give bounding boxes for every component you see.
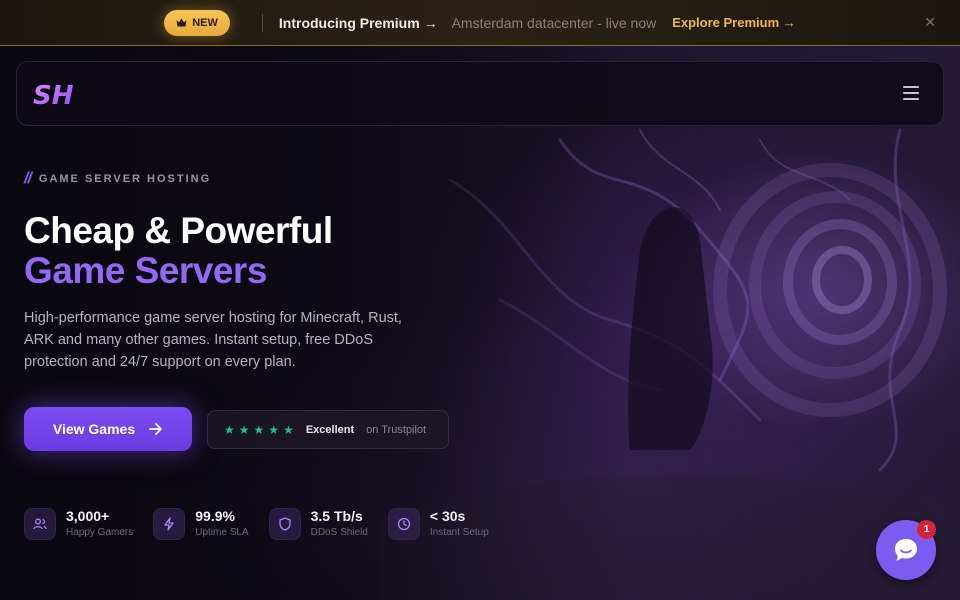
navbar: SH	[16, 61, 944, 126]
explore-premium-link[interactable]: Explore Premium →	[672, 15, 796, 30]
logo-text: SH	[33, 81, 74, 108]
stat-label: DDoS Shield	[310, 527, 368, 538]
stat-value: 3.5 Tb/s	[310, 508, 363, 524]
stat-label: Uptime SLA	[195, 527, 249, 538]
stat-item: 3,000+ Happy Gamers	[24, 507, 133, 541]
hero-description: High-performance game server hosting for…	[24, 310, 402, 370]
star-icon: ★	[238, 422, 250, 437]
chat-unread-badge: 1	[917, 520, 936, 539]
view-games-label: View Games	[52, 421, 136, 437]
hero-title: Cheap & Powerful Game Servers	[24, 211, 333, 291]
crown-icon	[176, 18, 187, 27]
banner-divider	[261, 13, 263, 32]
lightning-icon	[153, 508, 186, 540]
announcement-banner: NEW Introducing Premium → Amsterdam data…	[0, 0, 960, 46]
close-icon[interactable]: ✕	[924, 14, 936, 31]
new-badge-label: NEW	[192, 16, 218, 29]
hero-title-line1: Cheap & Powerful	[24, 210, 333, 251]
stat-value: 99.9%	[195, 508, 235, 524]
datacenter-announcement: Amsterdam datacenter - live now	[451, 14, 657, 31]
eyebrow-label: GAME SERVER HOSTING	[38, 173, 212, 185]
site-logo[interactable]: SH	[33, 80, 75, 113]
shield-icon	[268, 508, 301, 540]
users-icon	[24, 508, 56, 540]
explore-premium-label: Explore Premium	[672, 15, 780, 30]
chat-bubble-icon	[895, 539, 917, 561]
stat-label: Instant Setup	[429, 527, 489, 538]
star-icon: ★	[283, 422, 294, 437]
arrow-right-icon: →	[782, 15, 796, 30]
hamburger-icon[interactable]	[903, 86, 919, 104]
stat-value: < 30s	[429, 508, 466, 524]
rating-label: Excellent	[305, 423, 355, 436]
hero-title-line2: Game Servers	[24, 250, 267, 291]
stat-value: 3,000+	[66, 508, 110, 524]
stat-item: 3.5 Tb/s DDoS Shield	[268, 507, 368, 541]
stats-row: 3,000+ Happy Gamers 99.9% Uptime SLA 3.5…	[24, 507, 509, 541]
stat-label: Happy Gamers	[66, 527, 134, 538]
stat-item: 99.9% Uptime SLA	[153, 507, 249, 541]
star-icon: ★	[253, 422, 265, 437]
eyebrow-mark: //	[24, 170, 32, 187]
sh-logo-icon: SH	[33, 81, 74, 111]
arrow-right-icon	[149, 423, 163, 435]
view-games-button[interactable]: View Games	[24, 407, 192, 451]
clock-icon	[387, 508, 420, 540]
rating-source: on Trustpilot	[366, 423, 427, 436]
star-icon: ★	[224, 422, 235, 437]
hero-eyebrow: // GAME SERVER HOSTING	[24, 170, 211, 188]
trustpilot-rating[interactable]: ★ ★ ★ ★ ★ Excellent on Trustpilot	[207, 410, 449, 449]
star-icon: ★	[268, 422, 280, 437]
premium-intro-link[interactable]: Introducing Premium →	[279, 15, 438, 31]
rating-stars: ★ ★ ★ ★ ★	[224, 424, 294, 436]
new-badge: NEW	[164, 9, 230, 36]
stat-item: < 30s Instant Setup	[387, 507, 489, 541]
